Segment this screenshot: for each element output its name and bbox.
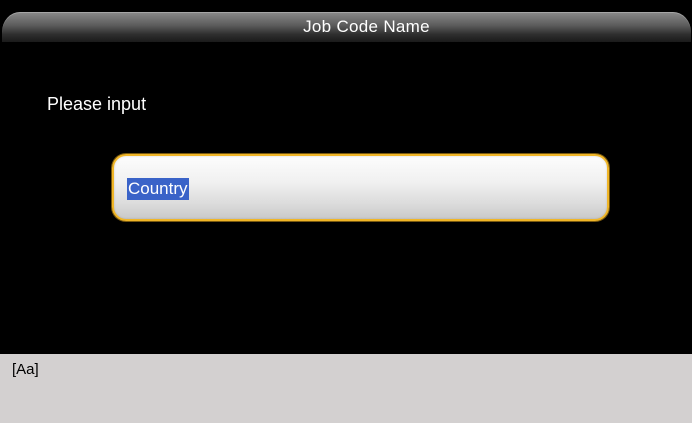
device-screen: Job Code Name Please input Country [Aa]: [0, 0, 692, 423]
title-bar: Job Code Name: [2, 12, 691, 42]
page-title: Job Code Name: [303, 17, 430, 36]
input-selected-text[interactable]: Country: [127, 178, 189, 200]
input-mode-indicator: [Aa]: [12, 361, 39, 378]
job-code-name-input[interactable]: Country: [112, 154, 609, 221]
status-bar: [Aa]: [0, 354, 692, 423]
input-prompt-label: Please input: [47, 94, 147, 114]
